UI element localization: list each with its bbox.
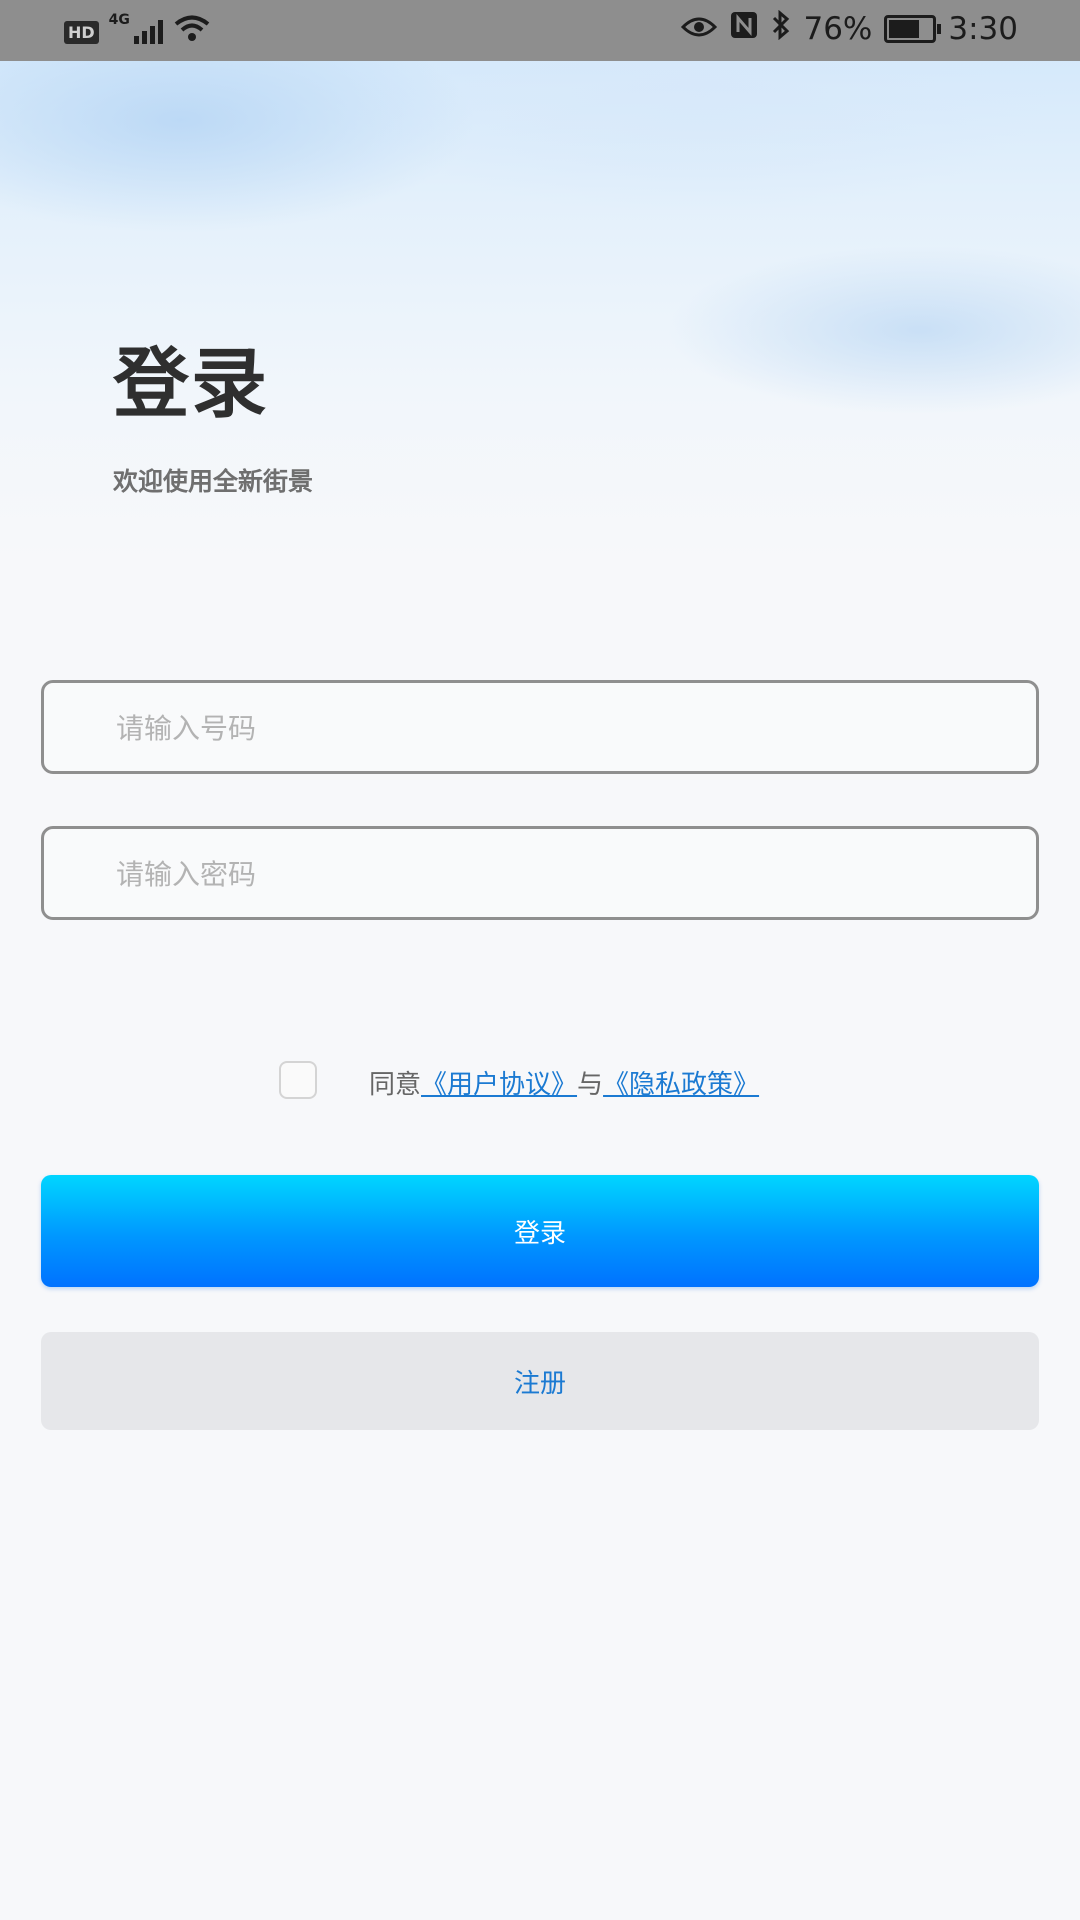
eye-icon [681, 11, 718, 47]
nfc-icon [729, 10, 759, 48]
agreement-checkbox[interactable] [279, 1061, 317, 1099]
page-title: 登录 [113, 339, 269, 428]
status-bar: HD 4G 76% 3:30 [0, 0, 1080, 61]
signal-icon [133, 20, 163, 44]
phone-input[interactable] [114, 683, 998, 773]
user-agreement-link[interactable]: 《用户协议》 [421, 1070, 577, 1100]
register-button-label: 注册 [513, 1368, 566, 1399]
phone-field[interactable] [41, 680, 1039, 774]
wifi-icon [173, 14, 211, 50]
password-input[interactable] [114, 829, 998, 919]
privacy-policy-link[interactable]: 《隐私政策》 [603, 1070, 759, 1100]
page-subtitle: 欢迎使用全新街景 [113, 467, 314, 496]
status-bar-right: 76% 3:30 [681, 9, 1018, 48]
agreement-connector: 与 [577, 1070, 604, 1100]
agreement-text: 同意《用户协议》与《隐私政策》 [369, 1064, 759, 1101]
agreement-row: 同意《用户协议》与《隐私政策》 [0, 1058, 1080, 1102]
network-type: 4G [108, 12, 130, 28]
status-bar-left: HD 4G [64, 12, 211, 50]
login-button[interactable]: 登录 [41, 1175, 1039, 1287]
agreement-prefix: 同意 [369, 1070, 422, 1100]
clock-time: 3:30 [948, 11, 1018, 47]
register-button[interactable]: 注册 [41, 1332, 1039, 1430]
battery-level-fill [889, 20, 920, 38]
battery-percent: 76% [803, 11, 873, 47]
bluetooth-icon [771, 9, 791, 48]
password-field[interactable] [41, 826, 1039, 920]
battery-icon [884, 15, 942, 43]
login-button-label: 登录 [513, 1218, 566, 1249]
login-screen: HD 4G 76% 3:30 登录 欢迎使用全新街景 请输入号码 同意《用户协议… [0, 0, 1080, 1920]
hd-icon: HD [64, 20, 99, 44]
